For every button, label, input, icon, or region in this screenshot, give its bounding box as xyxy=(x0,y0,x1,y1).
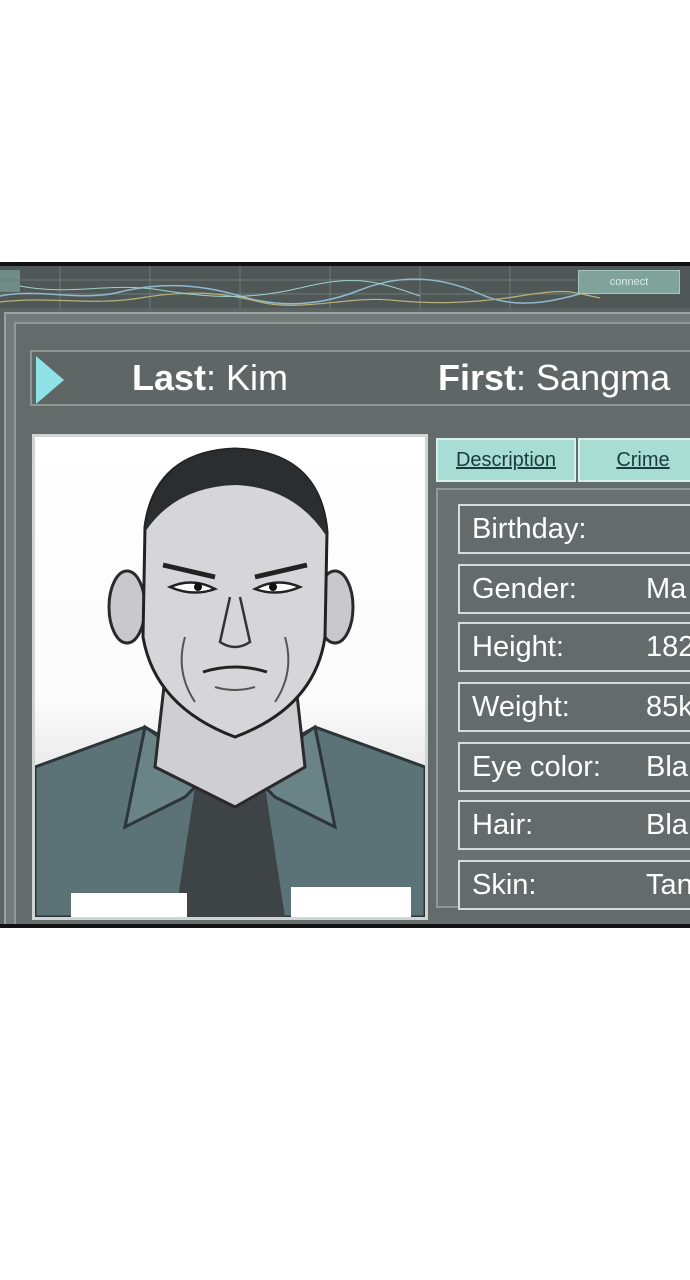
comic-panel: connect Last: Kim First: Sangma Descript… xyxy=(0,262,690,928)
monitor-top-strip: connect xyxy=(0,266,690,308)
tab-bar: Description Crime xyxy=(436,438,690,486)
detail-row-height: Height: 182 xyxy=(458,622,690,672)
detail-row-weight: Weight: 85k xyxy=(458,682,690,732)
details-list: Birthday: Gender: Ma Height: 182 Weight:… xyxy=(436,488,690,910)
first-name: First: Sangma xyxy=(438,357,671,398)
last-name-label: Last xyxy=(132,357,207,398)
first-name-value: Sangma xyxy=(536,357,671,398)
detail-value: Tan xyxy=(646,869,690,901)
detail-row-hair: Hair: Bla xyxy=(458,800,690,850)
play-arrow-icon xyxy=(36,356,64,404)
name-bar: Last: Kim First: Sangma xyxy=(30,350,690,406)
tab-crime[interactable]: Crime xyxy=(578,438,690,482)
detail-row-eye-color: Eye color: Bla xyxy=(458,742,690,792)
detail-row-skin: Skin: Tan xyxy=(458,860,690,910)
detail-label: Hair: xyxy=(472,809,534,841)
detail-label: Birthday: xyxy=(472,513,587,545)
detail-value: Bla xyxy=(646,751,688,783)
mugshot-illustration xyxy=(35,447,425,917)
detail-label: Skin: xyxy=(472,869,537,901)
detail-label: Weight: xyxy=(472,691,570,723)
detail-label: Gender: xyxy=(472,573,577,605)
tab-description[interactable]: Description xyxy=(436,438,576,482)
first-name-label: First xyxy=(438,357,517,398)
last-name-value: Kim xyxy=(226,357,289,398)
detail-label: Eye color: xyxy=(472,751,601,783)
detail-row-gender: Gender: Ma xyxy=(458,564,690,614)
detail-label: Height: xyxy=(472,631,564,663)
detail-value: Bla xyxy=(646,809,688,841)
mugshot-photo xyxy=(32,434,428,920)
detail-value: Ma xyxy=(646,573,687,605)
connect-button[interactable]: connect xyxy=(578,270,680,294)
last-name: Last: Kim xyxy=(132,357,289,398)
page: connect Last: Kim First: Sangma Descript… xyxy=(0,0,690,1280)
detail-value: 85k xyxy=(646,691,690,723)
detail-value: 182 xyxy=(646,631,690,663)
detail-row-birthday: Birthday: xyxy=(458,504,690,554)
